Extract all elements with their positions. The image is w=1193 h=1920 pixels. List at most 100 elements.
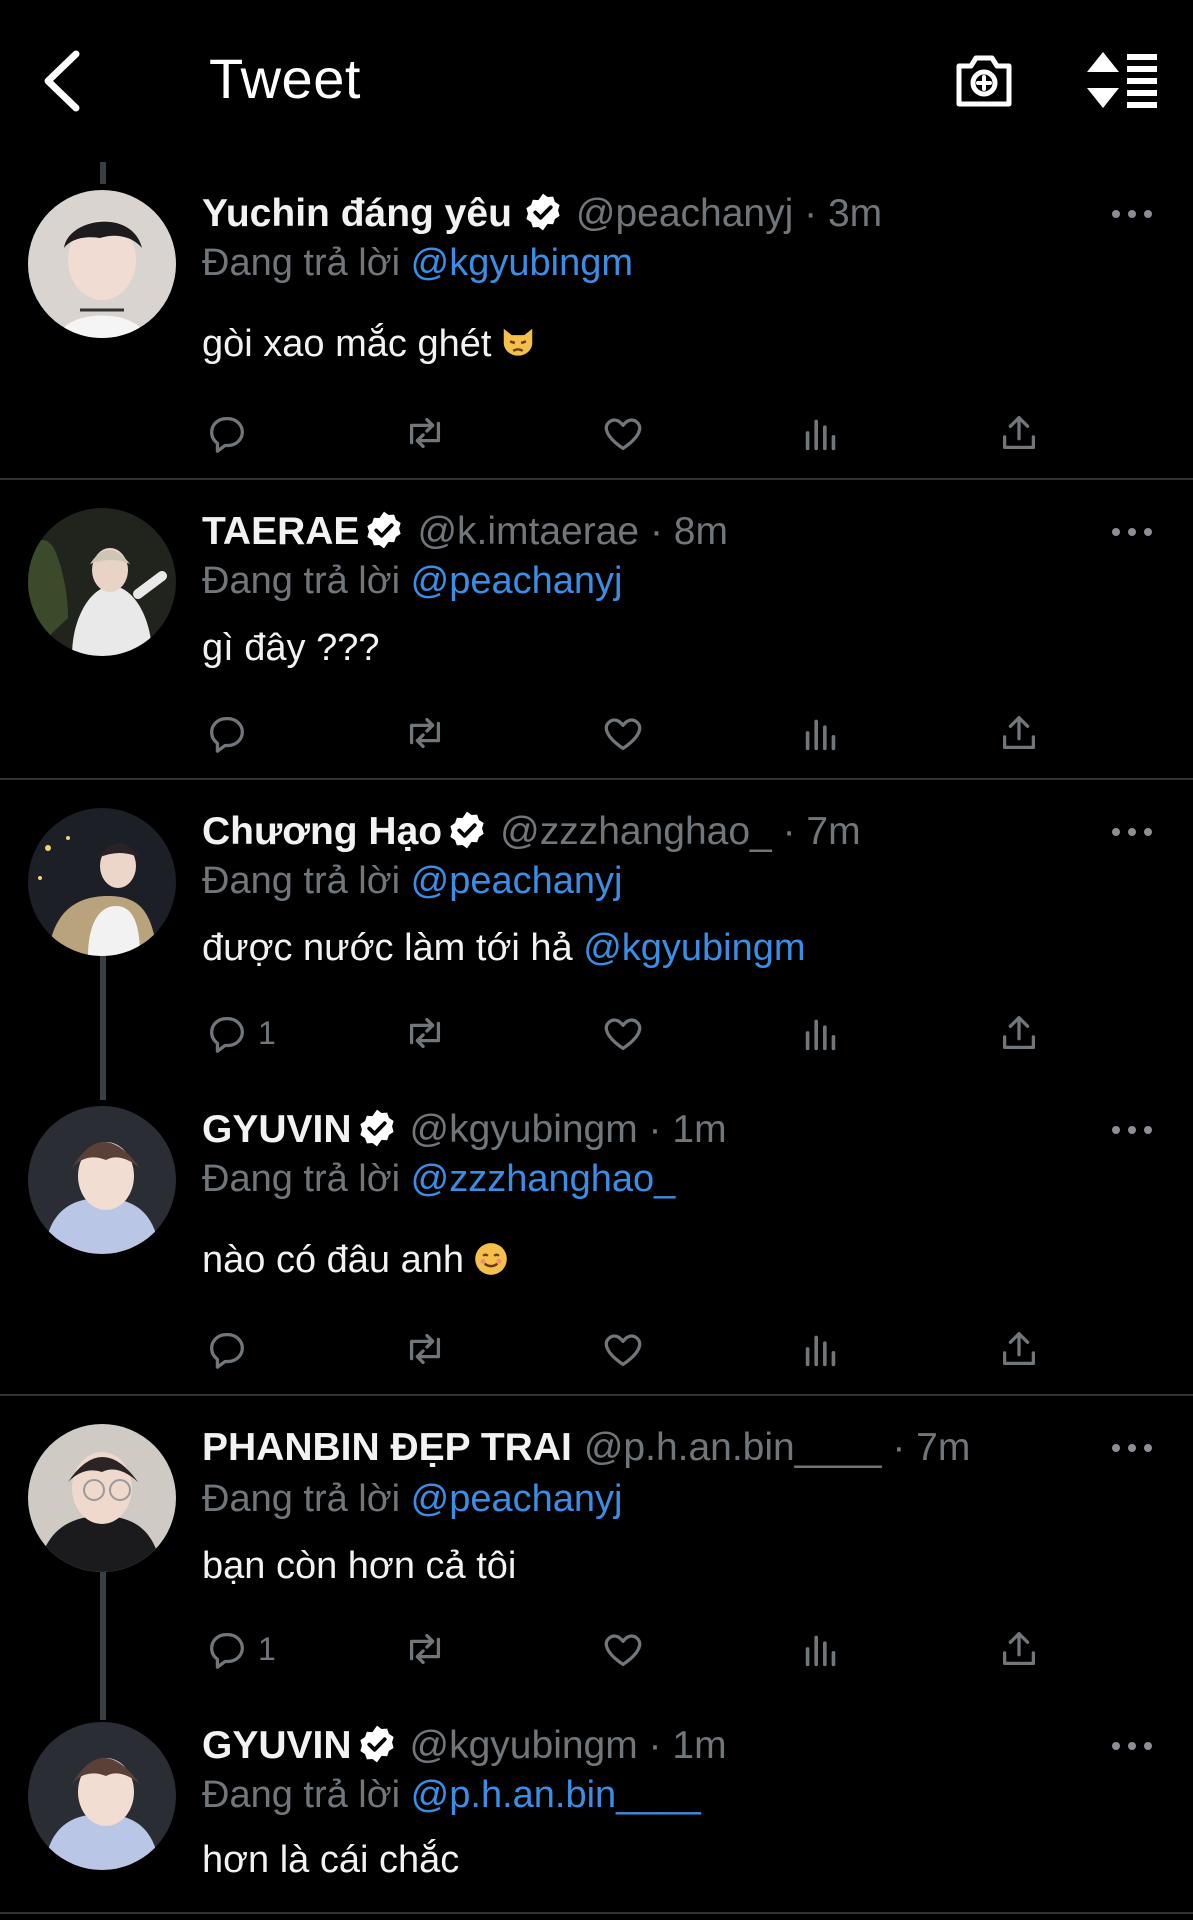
reply-icon bbox=[204, 410, 250, 456]
chevron-left-icon bbox=[44, 50, 80, 112]
reply-mention-link[interactable]: @zzzhanghao_ bbox=[411, 1158, 676, 1200]
like-button[interactable] bbox=[600, 708, 646, 758]
more-options-icon[interactable] bbox=[1110, 822, 1154, 842]
retweet-icon bbox=[402, 1010, 448, 1056]
divider bbox=[0, 1912, 1193, 1914]
display-name[interactable]: PHANBIN ĐẸP TRAI bbox=[202, 1426, 572, 1469]
share-icon bbox=[996, 1626, 1042, 1672]
reply-button[interactable]: 1 bbox=[204, 1008, 276, 1058]
tweet-body: nào có đâu anh bbox=[202, 1239, 465, 1281]
analytics-button[interactable] bbox=[798, 708, 844, 758]
display-name[interactable]: GYUVIN bbox=[202, 1724, 352, 1767]
retweet-button[interactable] bbox=[402, 708, 448, 758]
bar-chart-icon bbox=[798, 410, 844, 456]
replying-to: Đang trả lời @peachanyj bbox=[202, 1476, 623, 1522]
tweet-header: PHANBIN ĐẸP TRAI @p.h.an.bin____ · 7m bbox=[202, 1424, 970, 1472]
sort-button[interactable] bbox=[1085, 50, 1159, 110]
smiling-face-emoji-icon bbox=[475, 1243, 507, 1275]
retweet-button[interactable] bbox=[402, 1624, 448, 1674]
reply-button[interactable] bbox=[204, 1324, 258, 1374]
heart-icon bbox=[600, 1626, 646, 1672]
share-button[interactable] bbox=[996, 1624, 1042, 1674]
reply-button[interactable] bbox=[204, 408, 258, 458]
share-icon bbox=[996, 1326, 1042, 1372]
pouting-cat-emoji-icon bbox=[504, 328, 533, 356]
reply-prefix: Đang trả lời bbox=[202, 560, 401, 602]
share-button[interactable] bbox=[996, 1008, 1042, 1058]
avatar[interactable] bbox=[28, 1106, 176, 1254]
reply-icon bbox=[204, 1626, 250, 1672]
tweet-header: GYUVIN @kgyubingm · 1m bbox=[202, 1106, 727, 1154]
bar-chart-icon bbox=[798, 710, 844, 756]
analytics-button[interactable] bbox=[798, 1624, 844, 1674]
tweet-body: hơn là cái chắc bbox=[202, 1839, 460, 1881]
reply-icon bbox=[204, 1326, 250, 1372]
share-button[interactable] bbox=[996, 708, 1042, 758]
verified-badge-icon bbox=[356, 1723, 398, 1765]
retweet-button[interactable] bbox=[402, 408, 448, 458]
reply-count: 1 bbox=[258, 1014, 276, 1051]
reply-button[interactable]: 1 bbox=[204, 1624, 276, 1674]
tweet-header: Chương Hạo @zzzhanghao_ · 7m bbox=[202, 808, 861, 856]
like-button[interactable] bbox=[600, 1624, 646, 1674]
heart-icon bbox=[600, 710, 646, 756]
more-options-icon[interactable] bbox=[1110, 204, 1154, 224]
retweet-icon bbox=[402, 1626, 448, 1672]
avatar[interactable] bbox=[28, 508, 176, 656]
tweet-header: TAERAE @k.imtaerae · 8m bbox=[202, 508, 728, 556]
reply-mention-link[interactable]: @peachanyj bbox=[411, 860, 623, 902]
like-button[interactable] bbox=[600, 408, 646, 458]
analytics-button[interactable] bbox=[798, 1008, 844, 1058]
reply-mention-link[interactable]: @p.h.an.bin____ bbox=[411, 1774, 701, 1816]
tweet-text: được nước làm tới hả @kgyubingm bbox=[202, 924, 806, 972]
reply-mention-link[interactable]: @kgyubingm bbox=[411, 242, 633, 284]
analytics-button[interactable] bbox=[798, 1324, 844, 1374]
retweet-button[interactable] bbox=[402, 1008, 448, 1058]
body-mention-link[interactable]: @kgyubingm bbox=[583, 927, 805, 969]
share-button[interactable] bbox=[996, 1324, 1042, 1374]
reply-prefix: Đang trả lời bbox=[202, 242, 401, 284]
reply-prefix: Đang trả lời bbox=[202, 860, 401, 902]
display-name[interactable]: GYUVIN bbox=[202, 1108, 352, 1151]
tweet-text: gòi xao mắc ghét bbox=[202, 320, 537, 368]
tweet-text: nào có đâu anh bbox=[202, 1236, 510, 1284]
handle-time: @p.h.an.bin____ · 7m bbox=[583, 1426, 971, 1469]
retweet-button[interactable] bbox=[402, 1324, 448, 1374]
heart-icon bbox=[600, 1326, 646, 1372]
reply-mention-link[interactable]: @peachanyj bbox=[411, 1478, 623, 1520]
like-button[interactable] bbox=[600, 1324, 646, 1374]
back-button[interactable] bbox=[38, 48, 88, 114]
display-name[interactable]: Chương Hạo bbox=[202, 810, 442, 853]
tweet-text: hơn là cái chắc bbox=[202, 1836, 459, 1884]
display-name[interactable]: TAERAE bbox=[202, 510, 359, 553]
avatar[interactable] bbox=[28, 1722, 176, 1870]
display-name[interactable]: Yuchin đáng yêu bbox=[202, 192, 512, 235]
avatar[interactable] bbox=[28, 808, 176, 956]
bar-chart-icon bbox=[798, 1010, 844, 1056]
tweet-header: Yuchin đáng yêu @peachanyj · 3m bbox=[202, 190, 882, 238]
heart-icon bbox=[600, 410, 646, 456]
more-options-icon[interactable] bbox=[1110, 1736, 1154, 1756]
more-options-icon[interactable] bbox=[1110, 1438, 1154, 1458]
replying-to: Đang trả lời @zzzhanghao_ bbox=[202, 1156, 675, 1202]
avatar[interactable] bbox=[28, 1424, 176, 1572]
camera-button[interactable] bbox=[953, 50, 1015, 110]
reply-mention-link[interactable]: @peachanyj bbox=[411, 560, 623, 602]
avatar[interactable] bbox=[28, 190, 176, 338]
more-options-icon[interactable] bbox=[1110, 522, 1154, 542]
tweet-actions bbox=[0, 708, 1193, 758]
tweet-actions bbox=[0, 408, 1193, 458]
thread-line bbox=[100, 162, 106, 184]
verified-badge-icon bbox=[356, 1107, 398, 1149]
reply-button[interactable] bbox=[204, 708, 258, 758]
like-button[interactable] bbox=[600, 1008, 646, 1058]
tweet-actions: 1 bbox=[0, 1008, 1193, 1058]
share-button[interactable] bbox=[996, 408, 1042, 458]
analytics-button[interactable] bbox=[798, 408, 844, 458]
tweet-actions: 1 bbox=[0, 1624, 1193, 1674]
handle-time: @k.imtaerae · 8m bbox=[417, 510, 728, 553]
more-options-icon[interactable] bbox=[1110, 1120, 1154, 1140]
top-bar: Tweet bbox=[0, 0, 1193, 160]
reply-prefix: Đang trả lời bbox=[202, 1158, 401, 1200]
reply-prefix: Đang trả lời bbox=[202, 1478, 401, 1520]
